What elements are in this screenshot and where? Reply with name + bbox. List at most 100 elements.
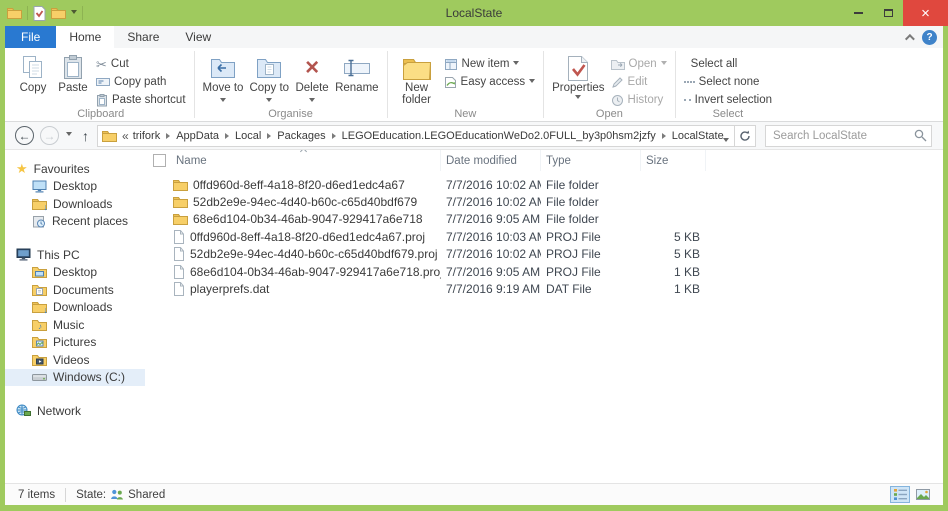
checkbox-icon bbox=[153, 154, 166, 167]
breadcrumb-separator[interactable] bbox=[166, 133, 170, 139]
file-row[interactable]: 52db2e9e-94ec-4d40-b60c-c65d40bdf679.pro… bbox=[145, 246, 943, 263]
sidebar-group-network[interactable]: Network bbox=[5, 402, 145, 420]
close-button[interactable] bbox=[903, 0, 948, 26]
sidebar-item-videos[interactable]: Videos bbox=[5, 351, 145, 369]
invert-selection-button[interactable]: Invert selection bbox=[681, 91, 775, 109]
delete-caret bbox=[309, 98, 315, 105]
copy-path-button[interactable]: Copy path bbox=[93, 73, 189, 91]
qat-properties-icon[interactable] bbox=[33, 6, 46, 21]
file-row[interactable]: 0ffd960d-8eff-4a18-8f20-d6ed1edc4a67 7/7… bbox=[145, 176, 943, 193]
minimize-button[interactable] bbox=[843, 0, 873, 26]
qat-new-folder-icon[interactable] bbox=[51, 7, 66, 19]
properties-caret bbox=[575, 95, 581, 102]
delete-button[interactable]: × Delete bbox=[292, 52, 332, 107]
new-item-button[interactable]: New item bbox=[441, 55, 539, 73]
address-bar-row: ← → ↑ « trifork AppData Local Packages L… bbox=[5, 122, 943, 150]
history-button[interactable]: History bbox=[608, 91, 670, 109]
file-icon bbox=[173, 230, 185, 244]
breadcrumb-segment[interactable]: AppData bbox=[174, 130, 221, 142]
address-dropdown-caret[interactable] bbox=[723, 138, 729, 145]
breadcrumb-separator[interactable] bbox=[225, 133, 229, 139]
thumbnail-view-button[interactable] bbox=[913, 486, 933, 503]
file-row[interactable]: playerprefs.dat 7/7/2016 9:19 AM DAT Fil… bbox=[145, 280, 943, 297]
search-input[interactable] bbox=[765, 125, 932, 147]
column-header-size[interactable]: Size bbox=[641, 150, 706, 171]
paste-button[interactable]: Paste bbox=[53, 52, 93, 96]
breadcrumb-segment[interactable]: LEGOEducation.LEGOEducationWeDo2.0FULL_b… bbox=[340, 130, 658, 142]
move-to-button[interactable]: Move to bbox=[200, 52, 247, 107]
ribbon: Copy Paste ✂ Cut bbox=[5, 48, 943, 122]
column-header-name[interactable]: Name bbox=[171, 150, 441, 171]
file-row[interactable]: 68e6d104-0b34-46ab-9047-929417a6e718.pro… bbox=[145, 263, 943, 280]
file-date: 7/7/2016 10:02 AM bbox=[441, 178, 541, 192]
new-folder-button[interactable]: New folder bbox=[393, 52, 441, 108]
breadcrumb[interactable]: « trifork AppData Local Packages LEGOEdu… bbox=[97, 125, 735, 147]
easy-access-button[interactable]: Easy access bbox=[441, 73, 539, 91]
help-icon[interactable] bbox=[922, 30, 937, 45]
copy-button[interactable]: Copy bbox=[13, 52, 53, 96]
sidebar-item-downloads[interactable]: ↓ Downloads bbox=[5, 195, 145, 213]
paste-shortcut-button[interactable]: Paste shortcut bbox=[93, 91, 189, 109]
ribbon-separator bbox=[543, 51, 544, 118]
copy-to-button[interactable]: Copy to bbox=[246, 52, 292, 107]
downloads-folder-icon: ↓ bbox=[32, 301, 47, 313]
sidebar-group-this-pc[interactable]: This PC bbox=[5, 246, 145, 264]
invert-selection-icon bbox=[684, 99, 691, 101]
tab-home[interactable]: Home bbox=[56, 26, 114, 48]
file-size: 5 KB bbox=[641, 247, 706, 261]
up-button[interactable]: ↑ bbox=[82, 128, 89, 144]
properties-button[interactable]: Properties bbox=[549, 52, 607, 104]
maximize-button[interactable] bbox=[873, 0, 903, 26]
sidebar-item-pictures[interactable]: Pictures bbox=[5, 334, 145, 352]
tab-file[interactable]: File bbox=[5, 26, 56, 48]
sidebar-item-documents[interactable]: Documents bbox=[5, 281, 145, 299]
ribbon-group-select: Select all Select none Invert selection … bbox=[677, 48, 779, 121]
column-header-date-modified[interactable]: Date modified bbox=[441, 150, 541, 171]
breadcrumb-separator[interactable] bbox=[267, 133, 271, 139]
cut-button[interactable]: ✂ Cut bbox=[93, 55, 189, 73]
status-bar: 7 items State: Shared bbox=[5, 483, 943, 505]
file-type: File folder bbox=[541, 212, 641, 226]
ribbon-group-clipboard: Copy Paste ✂ Cut bbox=[9, 48, 193, 121]
forward-button[interactable]: → bbox=[40, 126, 59, 145]
sidebar-item-pc-desktop[interactable]: Desktop bbox=[5, 264, 145, 282]
file-row[interactable]: 68e6d104-0b34-46ab-9047-929417a6e718 7/7… bbox=[145, 211, 943, 228]
sidebar-item-windows-c[interactable]: Windows (C:) bbox=[5, 369, 145, 387]
breadcrumb-segment[interactable]: LocalState bbox=[670, 130, 726, 142]
back-button[interactable]: ← bbox=[15, 126, 34, 145]
file-row[interactable]: 0ffd960d-8eff-4a18-8f20-d6ed1edc4a67.pro… bbox=[145, 228, 943, 245]
details-view-button[interactable] bbox=[890, 486, 910, 503]
sidebar-group-favourites[interactable]: ★ Favourites bbox=[5, 160, 145, 178]
search-icon bbox=[914, 129, 927, 142]
explorer-app-icon[interactable] bbox=[7, 7, 22, 19]
edit-button[interactable]: Edit bbox=[608, 73, 670, 91]
select-none-button[interactable]: Select none bbox=[681, 73, 775, 91]
file-row[interactable]: 52db2e9e-94ec-4d40-b60c-c65d40bdf679 7/7… bbox=[145, 193, 943, 210]
ribbon-group-open: Properties Open Edi bbox=[545, 48, 674, 121]
breadcrumb-separator[interactable] bbox=[332, 133, 336, 139]
sidebar-item-pc-downloads[interactable]: ↓ Downloads bbox=[5, 299, 145, 317]
file-date: 7/7/2016 9:19 AM bbox=[441, 282, 541, 296]
select-all-button[interactable]: Select all bbox=[681, 55, 775, 73]
tab-share[interactable]: Share bbox=[114, 26, 172, 48]
column-header-type[interactable]: Type bbox=[541, 150, 641, 171]
refresh-button[interactable] bbox=[735, 125, 756, 147]
state-label: State: bbox=[76, 489, 106, 501]
select-all-checkbox[interactable] bbox=[145, 150, 171, 171]
sidebar-item-recent-places[interactable]: Recent places bbox=[5, 213, 145, 231]
recent-locations-caret[interactable] bbox=[66, 132, 72, 139]
open-button[interactable]: Open bbox=[608, 55, 670, 73]
breadcrumb-separator[interactable] bbox=[662, 133, 666, 139]
breadcrumb-segment[interactable]: Packages bbox=[275, 130, 327, 142]
breadcrumb-segment[interactable]: trifork bbox=[131, 130, 163, 142]
cut-icon: ✂ bbox=[96, 58, 107, 71]
breadcrumb-overflow-chevrons[interactable]: « bbox=[119, 129, 131, 143]
network-icon bbox=[16, 404, 31, 417]
rename-button[interactable]: Rename bbox=[332, 52, 381, 96]
sidebar-item-music[interactable]: ♪ Music bbox=[5, 316, 145, 334]
tab-view[interactable]: View bbox=[172, 26, 224, 48]
qat-customize-caret[interactable] bbox=[71, 10, 77, 17]
minimize-ribbon-icon[interactable] bbox=[905, 33, 915, 43]
sidebar-item-desktop[interactable]: Desktop bbox=[5, 178, 145, 196]
breadcrumb-segment[interactable]: Local bbox=[233, 130, 263, 142]
